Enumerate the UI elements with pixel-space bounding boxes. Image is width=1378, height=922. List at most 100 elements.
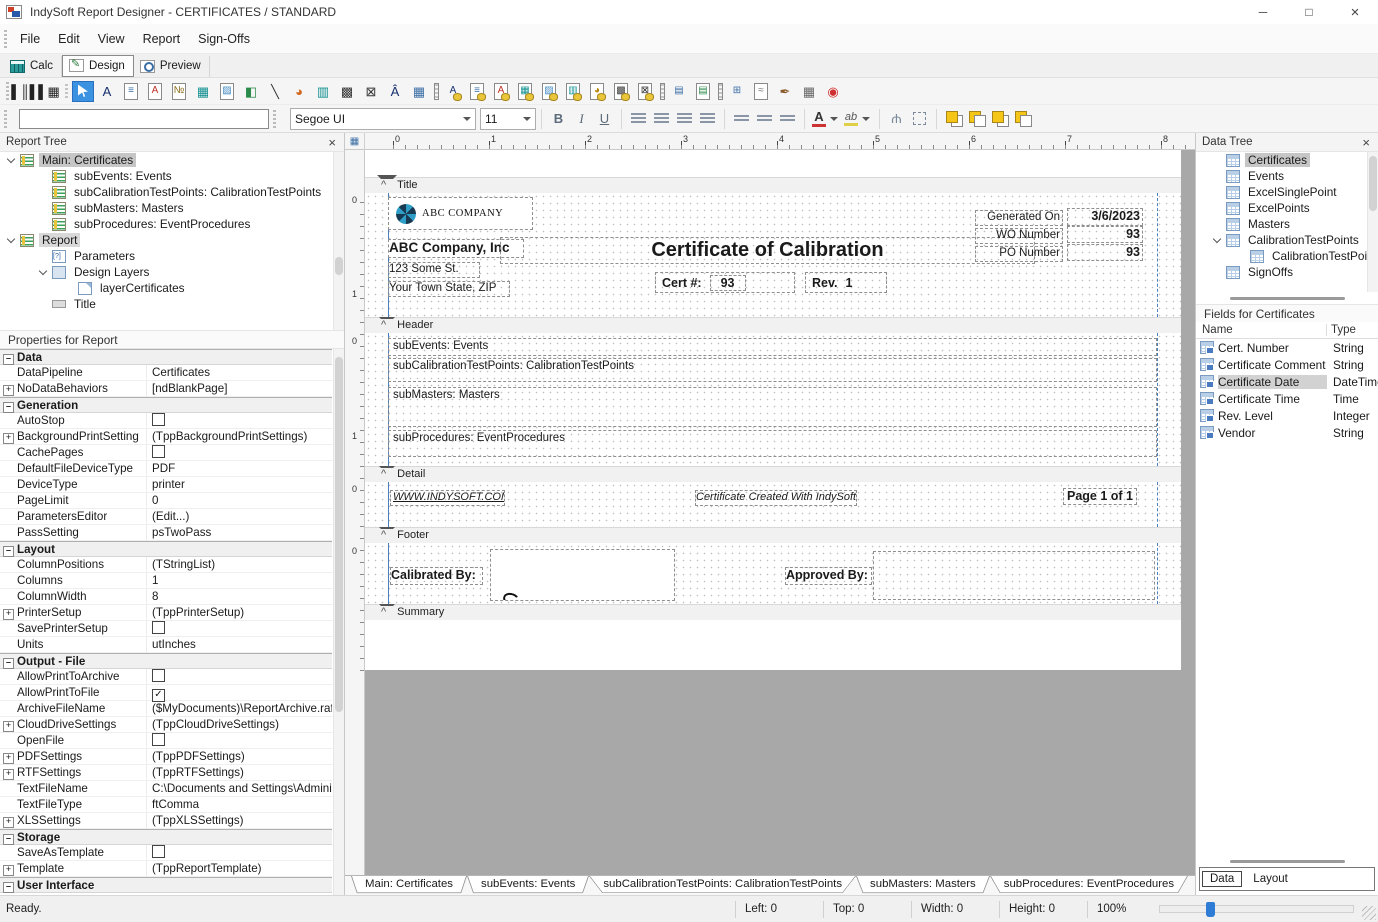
property-row[interactable]: SavePrinterSetup [0, 621, 332, 637]
expander-chevron-icon[interactable] [6, 153, 20, 167]
property-value[interactable]: (TppReportTemplate) [147, 861, 332, 876]
data-tree-item[interactable]: ExcelPoints [1196, 200, 1378, 216]
generated-on-label[interactable]: Generated On [975, 210, 1063, 226]
property-row[interactable]: SaveAsTemplate [0, 845, 332, 861]
property-row[interactable]: DeviceType printer [0, 477, 332, 493]
band-collapse-caret[interactable] [377, 315, 397, 331]
property-value[interactable] [147, 445, 332, 460]
property-row[interactable]: TextFileName C:\Documents and Settings\A… [0, 781, 332, 797]
report-tree-item[interactable]: Design Layers [0, 264, 344, 280]
property-value[interactable]: printer [147, 477, 332, 492]
expander-chevron-icon[interactable] [1212, 233, 1226, 247]
property-value[interactable]: C:\Documents and Settings\Administra [147, 781, 332, 796]
grid-tool[interactable]: ▦ [798, 81, 820, 102]
data-tree-item[interactable]: Events [1196, 168, 1378, 184]
property-row[interactable]: Template (TppReportTemplate) [0, 861, 332, 877]
expand-icon[interactable] [0, 654, 17, 669]
band-collapse-caret[interactable] [377, 602, 397, 618]
property-row[interactable]: PageLimit 0 [0, 493, 332, 509]
detail-band[interactable]: WWW.INDYSOFT.COM Certificate Created Wit… [365, 482, 1181, 527]
property-value[interactable]: (TppCloudDriveSettings) [147, 717, 332, 732]
cert-number-element[interactable]: Cert #: 93 [655, 272, 795, 293]
highlight-color-button[interactable]: ab [840, 108, 874, 130]
expand-icon[interactable] [0, 605, 17, 620]
property-row[interactable]: PDFSettings (TppPDFSettings) [0, 749, 332, 765]
property-row[interactable]: Storage [0, 829, 332, 845]
report-tree-item[interactable]: subCalibrationTestPoints: CalibrationTes… [0, 184, 344, 200]
band-collapse-caret[interactable] [377, 175, 397, 191]
report-tree-item[interactable]: Title [0, 296, 344, 312]
data-tree-item[interactable]: Masters [1196, 216, 1378, 232]
property-value[interactable]: ($MyDocuments)\ReportArchive.raf [147, 701, 332, 716]
header-band[interactable]: subEvents: Events subCalibrationTestPoin… [365, 333, 1181, 466]
property-value[interactable]: ftComma [147, 797, 332, 812]
variable-tool[interactable]: ▦ [192, 81, 214, 102]
property-row[interactable]: Output - File [0, 653, 332, 669]
data-tree-item[interactable]: ExcelSinglePoint [1196, 184, 1378, 200]
property-row[interactable]: Units utInches [0, 637, 332, 653]
report-tree-scrollbar[interactable] [333, 152, 344, 330]
send-backward-button[interactable] [1011, 108, 1034, 130]
align-justify-button[interactable] [696, 108, 719, 130]
expand-icon[interactable] [0, 861, 17, 876]
close-icon[interactable]: × [1360, 135, 1372, 150]
menu-item[interactable]: Sign-Offs [189, 28, 259, 50]
menu-item[interactable]: View [89, 28, 134, 50]
dbchart-tool[interactable]: ◕ [586, 81, 608, 102]
view-tab[interactable]: Design [62, 55, 134, 77]
property-value[interactable]: (TStringList) [147, 557, 332, 572]
property-value[interactable]: Certificates [147, 365, 332, 380]
view-tab[interactable]: Calc [4, 56, 62, 77]
align-top-button[interactable] [730, 108, 753, 130]
detail-band-header[interactable]: Detail [365, 466, 1181, 482]
dbimage-tool[interactable]: ▨ [538, 81, 560, 102]
toolbar-drag-handle[interactable] [4, 110, 7, 128]
approved-by-label[interactable]: Approved By: [785, 567, 872, 585]
align-bottom-button[interactable] [776, 108, 799, 130]
property-value[interactable]: (TppPDFSettings) [147, 749, 332, 764]
property-value[interactable]: 1 [147, 573, 332, 588]
expand-icon[interactable] [0, 542, 17, 557]
toolbar-drag-handle[interactable] [273, 110, 276, 128]
dbrichtext-tool[interactable]: A [490, 81, 512, 102]
dbmemo-tool[interactable]: ≡ [466, 81, 488, 102]
property-row[interactable]: Generation [0, 397, 332, 413]
expand-icon[interactable] [0, 381, 17, 396]
subreport-calibrationtestpoints[interactable]: subCalibrationTestPoints: CalibrationTes… [388, 358, 1157, 382]
maximize-button[interactable]: □ [1286, 0, 1332, 24]
scrollbar-thumb[interactable] [335, 257, 343, 275]
property-row[interactable]: ArchiveFileName ($MyDocuments)\ReportArc… [0, 701, 332, 717]
property-value[interactable]: (TppBackgroundPrintSettings) [147, 429, 332, 444]
data-tree-item[interactable]: CalibrationTestPoints [1196, 232, 1378, 248]
expander-chevron-icon[interactable] [38, 265, 52, 279]
data-tree-item[interactable]: SignOffs [1196, 264, 1378, 280]
bring-to-front-button[interactable] [942, 108, 965, 130]
property-value[interactable] [147, 669, 332, 684]
select-tool[interactable] [72, 81, 94, 102]
property-row[interactable]: User Interface [0, 877, 332, 893]
minimize-button[interactable]: ─ [1240, 0, 1286, 24]
expand-icon[interactable] [0, 749, 17, 764]
expand-icon[interactable] [0, 398, 17, 413]
report-tree-item[interactable]: subMasters: Masters [0, 200, 344, 216]
page-info-element[interactable]: Page 1 of 1 [1063, 488, 1137, 505]
underline-button[interactable]: U [593, 108, 616, 130]
footer-band-header[interactable]: Footer [365, 527, 1181, 543]
subreport-events[interactable]: subEvents: Events [388, 338, 1157, 356]
panel-tab[interactable]: Data [1202, 871, 1242, 887]
scrollbar-thumb[interactable] [335, 357, 343, 712]
property-row[interactable]: PassSetting psTwoPass [0, 525, 332, 541]
italic-button[interactable]: I [570, 108, 593, 130]
report-tree-item[interactable]: Parameters [0, 248, 344, 264]
address-line1-element[interactable]: 123 Some St. [388, 262, 480, 278]
wo-number-label[interactable]: WO Number [975, 228, 1063, 244]
property-row[interactable]: AutoStop [0, 413, 332, 429]
title-band[interactable]: ABC COMPANY ABC Company, Inc 123 Some St… [365, 193, 1181, 317]
calibrated-by-label[interactable]: Calibrated By: [390, 567, 483, 585]
website-element[interactable]: WWW.INDYSOFT.COM [390, 490, 505, 506]
property-value[interactable]: (Edit...) [147, 509, 332, 524]
dbcalc-tool[interactable]: ▦ [514, 81, 536, 102]
property-row[interactable]: DefaultFileDeviceType PDF [0, 461, 332, 477]
header-band-header[interactable]: Header [365, 317, 1181, 333]
field-row[interactable]: Vendor String [1196, 424, 1378, 441]
